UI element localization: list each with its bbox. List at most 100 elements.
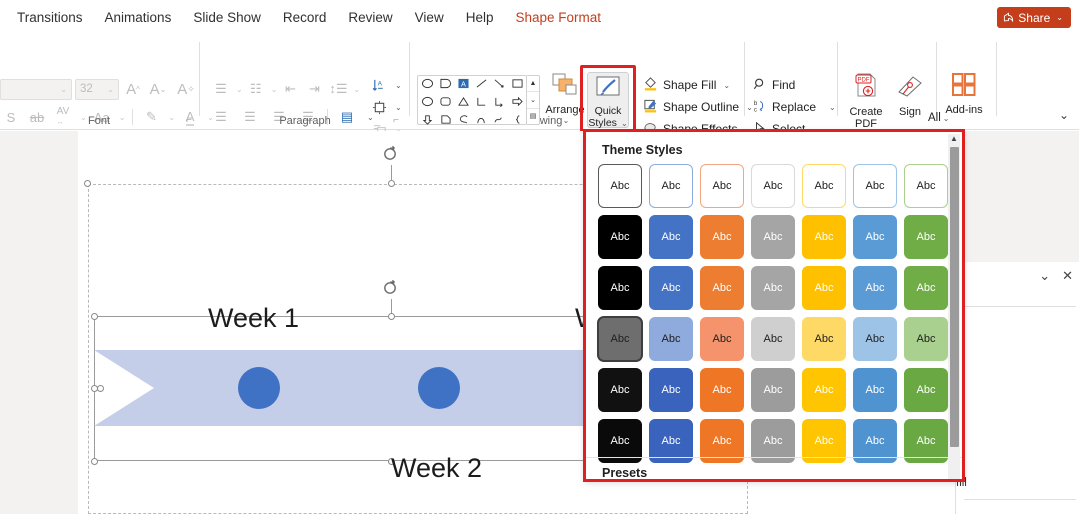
shape-arc-icon[interactable] bbox=[493, 112, 506, 130]
theme-style-swatch-r5-c3[interactable]: Abc bbox=[700, 368, 744, 412]
text-direction-icon[interactable]: A bbox=[368, 74, 390, 96]
shape-rounded-rect-2-icon[interactable] bbox=[439, 94, 452, 112]
replace-menu-item[interactable]: b c Replace ⌄ bbox=[753, 96, 836, 118]
selection-handle-tl[interactable] bbox=[91, 313, 98, 320]
tab-transitions[interactable]: Transitions bbox=[8, 6, 92, 29]
theme-style-swatch-r1-c6[interactable]: Abc bbox=[853, 164, 897, 208]
theme-style-swatch-r2-c5[interactable]: Abc bbox=[802, 215, 846, 259]
shapes-gallery[interactable]: A bbox=[417, 75, 527, 125]
theme-style-swatch-r3-c1[interactable]: Abc bbox=[598, 266, 642, 310]
theme-style-swatch-r5-c7[interactable]: Abc bbox=[904, 368, 948, 412]
all-dropdown[interactable]: All ⌄ bbox=[928, 112, 949, 124]
theme-style-swatch-r3-c7[interactable]: Abc bbox=[904, 266, 948, 310]
tab-help[interactable]: Help bbox=[457, 6, 503, 29]
font-dialog-launcher[interactable]: ⌐ bbox=[186, 115, 192, 126]
label-week-1[interactable]: Week 1 bbox=[208, 303, 299, 334]
shapes-more-icon[interactable]: ▤ bbox=[527, 107, 539, 124]
shapes-gallery-scrollbar[interactable]: ▲ ⌄ ▤ bbox=[527, 75, 540, 125]
decrease-indent-button[interactable]: ⇤ bbox=[279, 78, 301, 100]
selection-handle-tc[interactable] bbox=[388, 313, 395, 320]
theme-style-swatch-r1-c5[interactable]: Abc bbox=[802, 164, 846, 208]
selection-handle[interactable] bbox=[388, 180, 395, 187]
theme-style-swatch-r4-c3[interactable]: Abc bbox=[700, 317, 744, 361]
shape-triangle-icon[interactable] bbox=[457, 94, 470, 112]
align-text-icon[interactable] bbox=[368, 96, 390, 118]
milestone-dot-2[interactable] bbox=[418, 367, 460, 409]
theme-style-swatch-r4-c1[interactable]: Abc bbox=[597, 316, 643, 362]
theme-style-swatch-r3-c2[interactable]: Abc bbox=[649, 266, 693, 310]
theme-style-swatch-r5-c2[interactable]: Abc bbox=[649, 368, 693, 412]
theme-style-swatch-r4-c2[interactable]: Abc bbox=[649, 317, 693, 361]
chevron-down-icon[interactable]: ⌄ bbox=[1039, 268, 1050, 284]
shape-fill-menu-item[interactable]: Shape Fill ⌄ bbox=[643, 74, 753, 96]
shape-scribble-icon[interactable] bbox=[457, 112, 470, 130]
theme-style-swatch-r3-c5[interactable]: Abc bbox=[802, 266, 846, 310]
tab-animations[interactable]: Animations bbox=[96, 6, 181, 29]
numbering-button[interactable]: ☷ bbox=[245, 78, 267, 100]
shape-brace-icon[interactable] bbox=[511, 112, 524, 130]
theme-style-swatch-r1-c4[interactable]: Abc bbox=[751, 164, 795, 208]
tab-review[interactable]: Review bbox=[339, 6, 401, 29]
theme-style-swatch-r1-c1[interactable]: Abc bbox=[598, 164, 642, 208]
flyout-scrollbar[interactable]: ▲ bbox=[948, 134, 960, 479]
theme-style-swatch-r3-c6[interactable]: Abc bbox=[853, 266, 897, 310]
theme-style-swatch-r2-c1[interactable]: Abc bbox=[598, 215, 642, 259]
theme-style-swatch-r4-c7[interactable]: Abc bbox=[904, 317, 948, 361]
shape-line-icon[interactable] bbox=[475, 76, 488, 94]
create-pdf-button[interactable]: PDF Create PDF bbox=[840, 72, 892, 131]
theme-style-swatch-r1-c7[interactable]: Abc bbox=[904, 164, 948, 208]
shape-pentagon-icon[interactable] bbox=[439, 112, 452, 130]
increase-font-size-button[interactable]: A ^ bbox=[122, 78, 144, 100]
font-size-combo[interactable]: 32 ⌄ bbox=[75, 78, 119, 100]
theme-style-swatch-r2-c4[interactable]: Abc bbox=[751, 215, 795, 259]
milestone-dot-1[interactable] bbox=[238, 367, 280, 409]
theme-style-swatch-r5-c1[interactable]: Abc bbox=[598, 368, 642, 412]
shape-elbow-connector-icon[interactable] bbox=[475, 94, 488, 112]
tab-shape-format[interactable]: Shape Format bbox=[506, 6, 610, 29]
scrollbar-thumb[interactable] bbox=[949, 147, 959, 447]
shape-curve-icon[interactable] bbox=[475, 112, 488, 130]
scroll-up-icon[interactable]: ▲ bbox=[950, 134, 958, 146]
theme-style-swatch-r1-c2[interactable]: Abc bbox=[649, 164, 693, 208]
line-spacing-button[interactable]: ↕☰ bbox=[327, 78, 349, 100]
tab-slide-show[interactable]: Slide Show bbox=[184, 6, 270, 29]
ribbon-collapse-button[interactable]: ⌄ bbox=[1059, 108, 1069, 122]
theme-styles-grid[interactable]: Abc Abc Abc Abc Abc Abc Abc Abc Abc Abc Abc Abc Abc A… bbox=[597, 164, 948, 463]
theme-style-swatch-r3-c3[interactable]: Abc bbox=[700, 266, 744, 310]
decrease-font-size-button[interactable]: A ⌄ bbox=[147, 78, 169, 100]
theme-style-swatch-r5-c4[interactable]: Abc bbox=[751, 368, 795, 412]
theme-style-swatch-r4-c6[interactable]: Abc bbox=[853, 317, 897, 361]
font-family-combo[interactable]: ⌄ bbox=[0, 78, 72, 100]
theme-style-swatch-r2-c6[interactable]: Abc bbox=[853, 215, 897, 259]
arrange-button[interactable]: Arrange ⌄ bbox=[540, 72, 590, 125]
shape-text-box-icon[interactable]: A bbox=[457, 76, 470, 94]
theme-style-swatch-r5-c6[interactable]: Abc bbox=[853, 368, 897, 412]
shape-rounded-rect-icon[interactable] bbox=[439, 76, 452, 94]
selection-handle-bl[interactable] bbox=[91, 458, 98, 465]
increase-indent-button[interactable]: ⇥ bbox=[303, 78, 325, 100]
tab-record[interactable]: Record bbox=[274, 6, 336, 29]
theme-style-swatch-r4-c5[interactable]: Abc bbox=[802, 317, 846, 361]
scroll-down-icon[interactable]: ⌄ bbox=[527, 91, 539, 107]
scroll-up-icon[interactable]: ▲ bbox=[527, 76, 539, 91]
share-button[interactable]: Share ⌄ bbox=[997, 7, 1071, 28]
close-icon[interactable]: ✕ bbox=[1062, 268, 1073, 284]
add-ins-button[interactable]: Add-ins bbox=[938, 72, 990, 116]
theme-style-swatch-r1-c3[interactable]: Abc bbox=[700, 164, 744, 208]
theme-style-swatch-r5-c5[interactable]: Abc bbox=[802, 368, 846, 412]
shape-down-arrow-icon[interactable] bbox=[421, 112, 434, 130]
bullets-button[interactable]: ☰ bbox=[210, 78, 232, 100]
sign-button[interactable]: Sign bbox=[888, 72, 932, 118]
shape-oval-icon[interactable] bbox=[421, 76, 434, 94]
theme-style-swatch-r2-c2[interactable]: Abc bbox=[649, 215, 693, 259]
theme-style-swatch-r3-c4[interactable]: Abc bbox=[751, 266, 795, 310]
theme-style-swatch-r2-c3[interactable]: Abc bbox=[700, 215, 744, 259]
shape-arrow-line-icon[interactable] bbox=[493, 76, 506, 94]
theme-style-swatch-r4-c4[interactable]: Abc bbox=[751, 317, 795, 361]
shape-elbow-arrow-icon[interactable] bbox=[493, 94, 506, 112]
find-menu-item[interactable]: Find bbox=[753, 74, 836, 96]
selection-handle[interactable] bbox=[84, 180, 91, 187]
shape-rectangle-icon[interactable] bbox=[511, 76, 524, 94]
tab-view[interactable]: View bbox=[406, 6, 453, 29]
shape-block-arrow-icon[interactable] bbox=[511, 94, 524, 112]
